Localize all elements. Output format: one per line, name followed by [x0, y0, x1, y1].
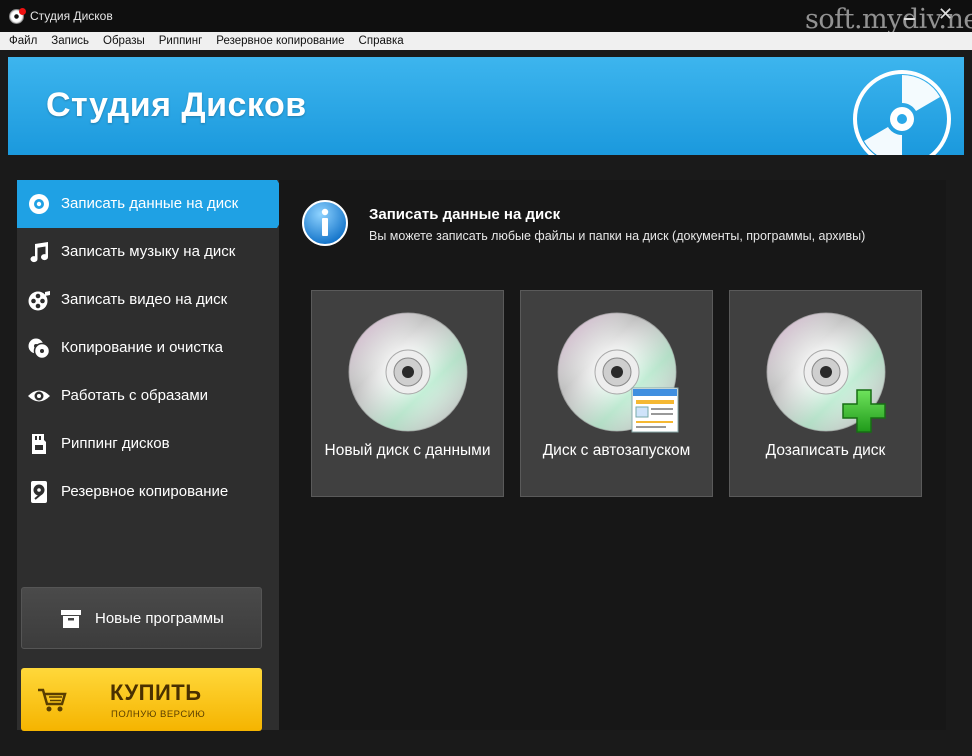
menu-backup[interactable]: Резервное копирование	[216, 35, 344, 47]
sidebar-item-label: Работать с образами	[61, 387, 209, 404]
card-label: Дозаписать диск	[765, 442, 886, 459]
minimize-button[interactable]	[904, 10, 918, 20]
sidebar-item-write-music[interactable]: Записать музыку на диск	[17, 228, 279, 276]
sidebar-item-label: Записать музыку на диск	[61, 243, 236, 260]
section-title: Записать данные на диск	[369, 206, 561, 223]
plus-icon	[842, 389, 886, 433]
card-label: Диск с автозапуском	[542, 442, 691, 459]
banner-title: Студия Дисков	[46, 86, 307, 124]
buy-label: КУПИТЬ	[110, 680, 202, 705]
sd-card-icon	[32, 434, 46, 454]
sidebar-item-ripping[interactable]: Риппинг дисков	[17, 420, 279, 468]
cd-icon	[348, 312, 468, 432]
sidebar-item-label: Резервное копирование	[61, 483, 229, 500]
card-label: Новый диск с данными	[324, 442, 491, 459]
film-reel-icon	[28, 291, 50, 311]
sidebar: Записать данные на диск Записать музыку …	[17, 180, 291, 731]
info-icon	[302, 200, 348, 246]
autorun-disc-card[interactable]: Диск с автозапуском	[520, 290, 713, 497]
disc-icon	[29, 194, 49, 214]
sidebar-item-write-video[interactable]: Записать видео на диск	[17, 276, 279, 324]
buy-full-version-button[interactable]: КУПИТЬ ПОЛНУЮ ВЕРСИЮ	[21, 668, 262, 731]
shopping-cart-icon	[38, 688, 67, 712]
append-disc-card[interactable]: Дозаписать диск	[729, 290, 922, 497]
music-note-icon	[30, 242, 49, 263]
hard-drive-icon	[31, 481, 47, 503]
section-subtitle: Вы можете записать любые файлы и папки н…	[369, 229, 866, 243]
app-logo-icon	[9, 8, 26, 24]
sidebar-item-backup[interactable]: Резервное копирование	[17, 468, 279, 516]
header-banner: Студия Дисков	[8, 57, 964, 155]
window-title: Студия Дисков	[30, 9, 113, 23]
window-icon	[631, 387, 679, 433]
menu-file[interactable]: Файл	[9, 35, 37, 47]
main-panel: Записать данные на диск Вы можете записа…	[279, 180, 946, 730]
new-programs-label: Новые программы	[95, 610, 224, 627]
new-data-disc-card[interactable]: Новый диск с данными	[311, 290, 504, 497]
sidebar-item-label: Копирование и очистка	[61, 339, 223, 356]
menu-record[interactable]: Запись	[51, 35, 89, 47]
new-programs-button[interactable]: Новые программы	[21, 587, 262, 649]
sidebar-item-label: Записать данные на диск	[61, 195, 239, 212]
sidebar-item-images[interactable]: Работать с образами	[17, 372, 279, 420]
sidebar-item-label: Записать видео на диск	[61, 291, 228, 308]
close-button[interactable]: ✕	[938, 4, 953, 24]
title-bar: Студия Дисков soft.mydiv.net ✕	[0, 0, 972, 35]
menu-images[interactable]: Образы	[103, 35, 145, 47]
eye-icon	[28, 390, 50, 402]
sidebar-item-copy-clean[interactable]: Копирование и очистка	[17, 324, 279, 372]
menu-help[interactable]: Справка	[359, 35, 404, 47]
copy-discs-icon	[28, 338, 51, 360]
sidebar-item-label: Риппинг дисков	[61, 435, 170, 452]
banner-disc-icon	[853, 70, 951, 155]
buy-sublabel: ПОЛНУЮ ВЕРСИЮ	[111, 709, 206, 720]
menu-ripping[interactable]: Риппинг	[159, 35, 203, 47]
box-icon	[61, 610, 81, 628]
sidebar-item-write-data[interactable]: Записать данные на диск	[17, 180, 291, 228]
menu-bar: Файл Запись Образы Риппинг Резервное коп…	[0, 32, 972, 50]
